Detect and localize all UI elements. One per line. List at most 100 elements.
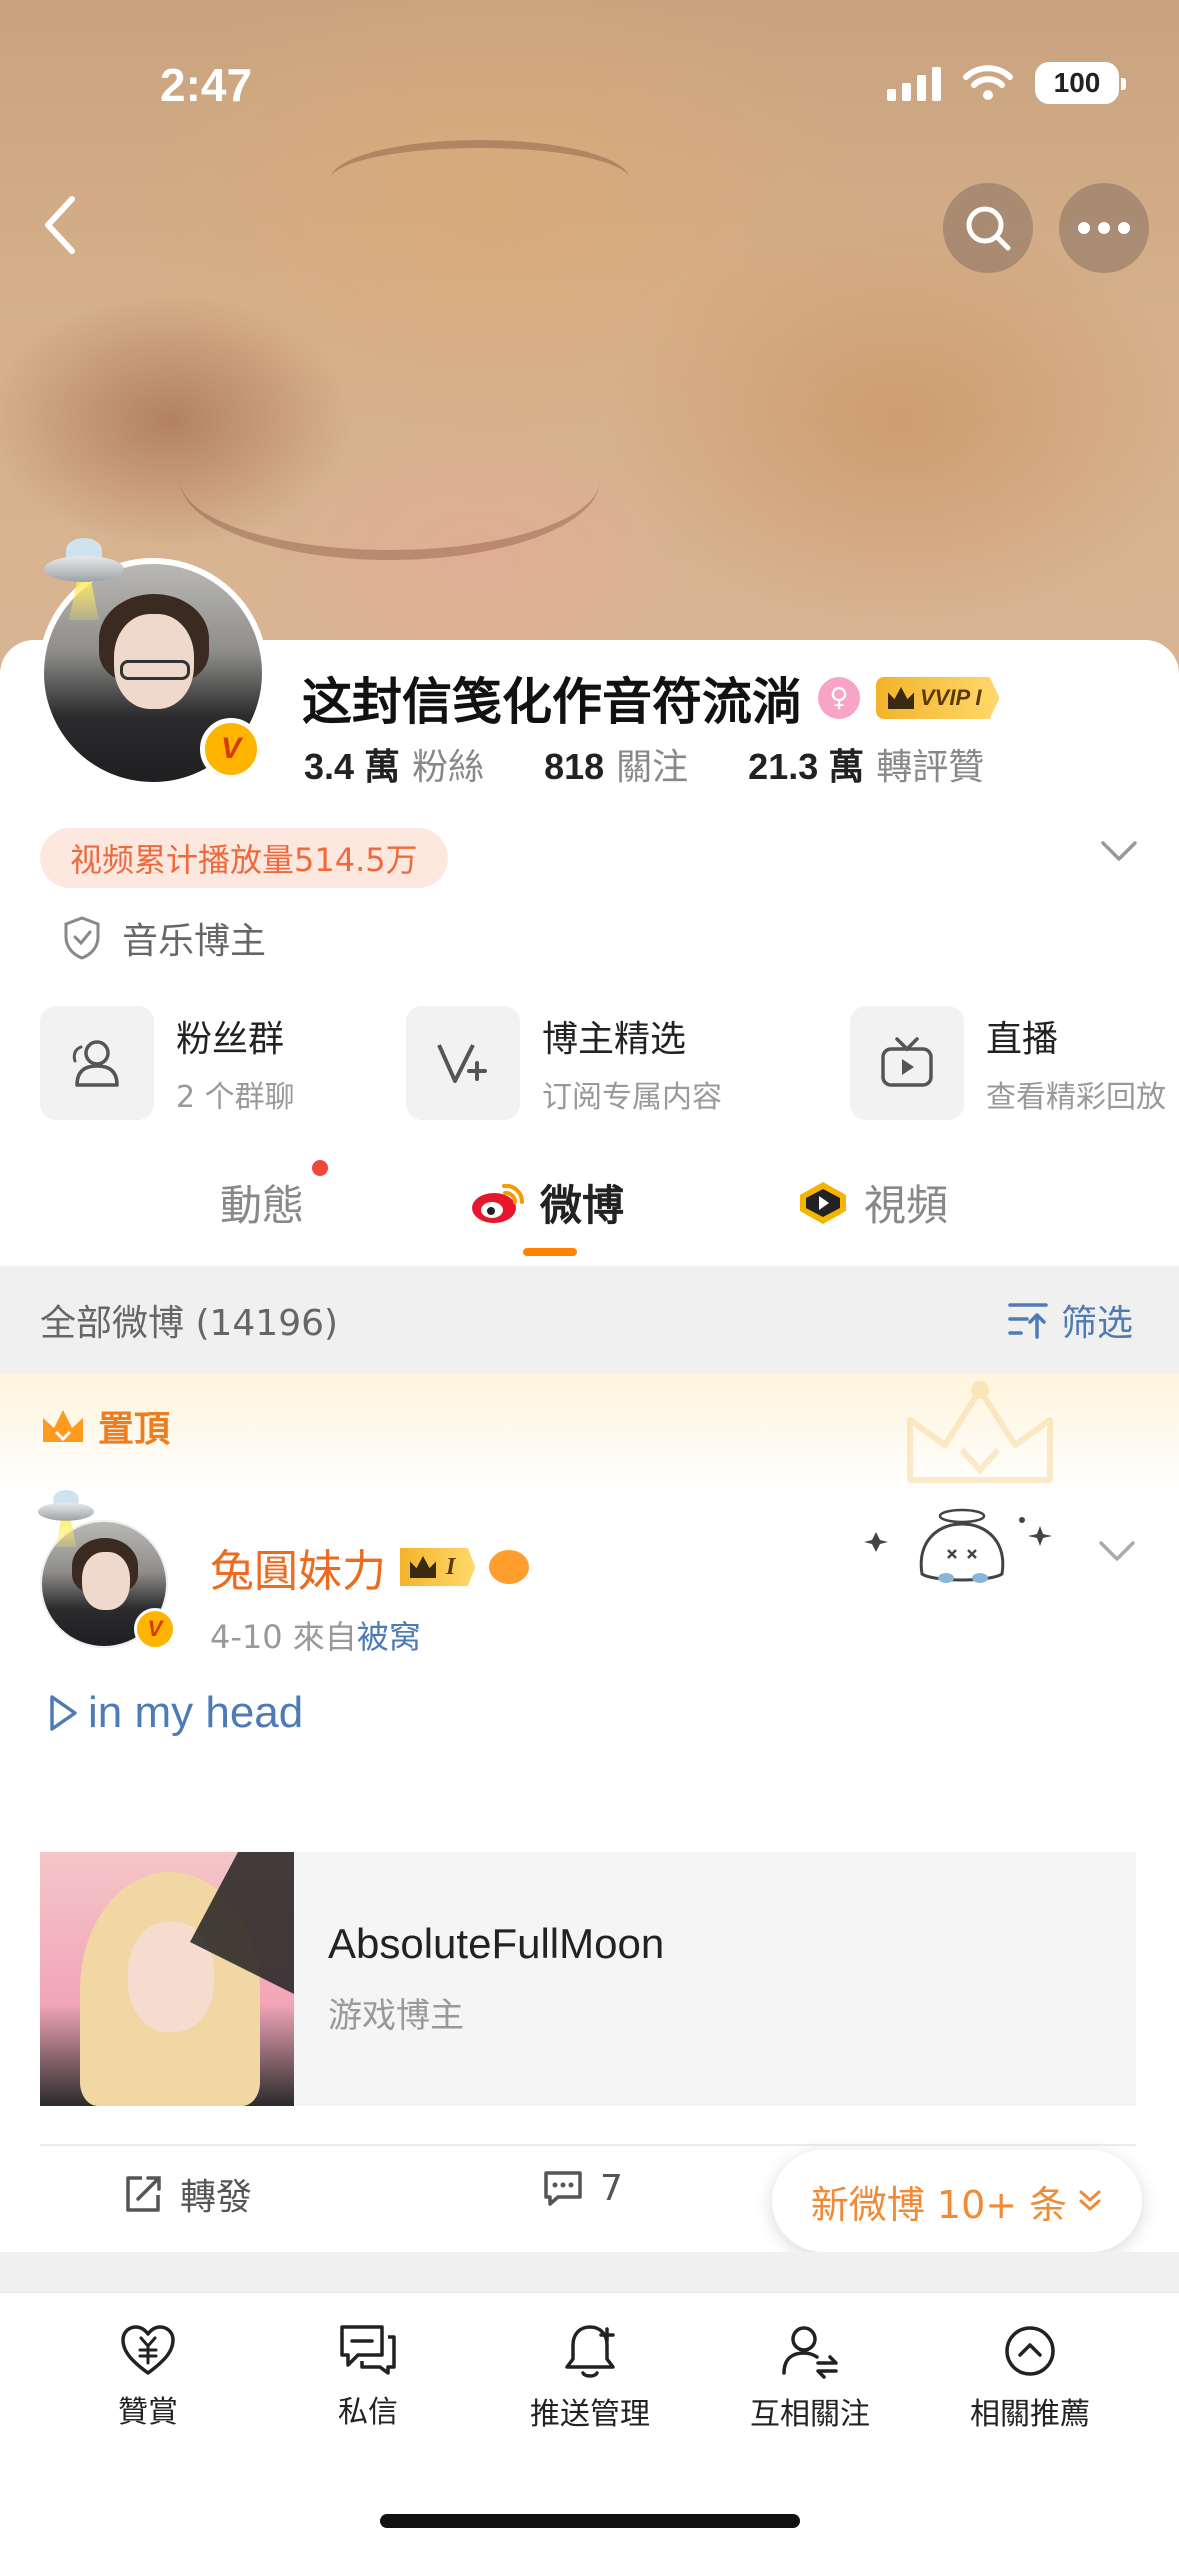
- post-author-row: 兔圓妹力 I: [210, 1535, 530, 1599]
- chevron-down-icon: [1101, 841, 1137, 861]
- crown-icon: [410, 1556, 436, 1578]
- live-entry[interactable]: 直播 查看精彩回放: [850, 1006, 1166, 1120]
- music-card-subtitle: 游戏博主: [328, 1996, 464, 2036]
- crown-icon: [888, 687, 914, 709]
- function-subtitle: 2 个群聊: [176, 1080, 295, 1115]
- ghost-sticker-icon: [864, 1508, 1052, 1583]
- bottom-bar-label: 相關推薦: [970, 2397, 1090, 2432]
- up-circle-icon: [1005, 2326, 1055, 2376]
- bottom-bar-label: 私信: [338, 2395, 398, 2430]
- profile-name: 这封信笺化作音符流淌: [302, 673, 802, 731]
- bell-icon: [565, 2325, 615, 2378]
- wifi-icon: [963, 65, 1013, 101]
- related-recommendations-button[interactable]: 相關推薦: [930, 2323, 1130, 2433]
- function-title: 博主精选: [542, 1019, 687, 1060]
- profile-name-row: 这封信笺化作音符流淌 ♀ VVIP I: [302, 662, 1000, 734]
- search-icon: [966, 206, 1011, 251]
- reward-button[interactable]: 贊賞: [48, 2323, 248, 2431]
- fish-badge-icon: [489, 1550, 530, 1584]
- group-icon: [40, 1006, 154, 1120]
- tab-video[interactable]: 視頻: [796, 1172, 948, 1233]
- music-cover-image: [40, 1852, 294, 2106]
- crown-icon: [43, 1410, 83, 1442]
- ufo-pendant-icon: [44, 538, 124, 628]
- chevron-left-icon: [45, 196, 75, 254]
- home-indicator: [380, 2514, 800, 2528]
- music-card-info: AbsoluteFullMoon 游戏博主: [294, 1852, 664, 2106]
- repost-label: 轉發: [180, 2177, 253, 2218]
- repost-icon: [126, 2176, 161, 2212]
- push-settings-button[interactable]: 推送管理: [490, 2323, 690, 2433]
- post-author-avatar[interactable]: V: [38, 1490, 176, 1650]
- comment-icon: [544, 2170, 582, 2206]
- more-button[interactable]: [1059, 183, 1149, 273]
- following-count[interactable]: 818: [544, 746, 604, 788]
- chevron-down-icon: [1099, 1541, 1135, 1561]
- post-count: 全部微博 (14196): [40, 1303, 339, 1344]
- mutual-follow-button[interactable]: 互相關注: [710, 2323, 910, 2433]
- function-subtitle: 订阅专属内容: [542, 1080, 722, 1115]
- video-logo-icon: [800, 1181, 846, 1224]
- post-text-content: in my head: [88, 1688, 304, 1737]
- section-gap: [0, 2252, 1179, 2292]
- followers-label[interactable]: 粉絲: [412, 738, 484, 790]
- double-chevron-down-icon: [1079, 2190, 1101, 2211]
- new-posts-label: 新微博 10+ 条: [810, 2182, 1068, 2227]
- post-author-name[interactable]: 兔圓妹力: [210, 1535, 386, 1599]
- new-posts-button[interactable]: 新微博 10+ 条: [772, 2150, 1142, 2252]
- function-title: 直播: [986, 1019, 1059, 1060]
- function-subtitle: 查看精彩回放: [986, 1080, 1166, 1115]
- curated-content-entry[interactable]: 博主精选 订阅专属内容: [406, 1006, 722, 1120]
- tab-label: 動態: [220, 1181, 305, 1230]
- profile-avatar[interactable]: V: [38, 538, 268, 788]
- tab-label: 微博: [540, 1181, 625, 1230]
- verified-v-icon: V: [200, 718, 262, 780]
- female-icon: ♀: [818, 677, 860, 719]
- more-dots-icon: [1078, 222, 1130, 234]
- post-meta: 4-10 來自被窝: [210, 1612, 421, 1658]
- bottom-bar-label: 互相關注: [750, 2397, 870, 2432]
- tv-icon: [850, 1006, 964, 1120]
- back-button[interactable]: [30, 195, 90, 255]
- weibo-logo-icon: [472, 1183, 525, 1223]
- expand-profile-button[interactable]: [1100, 840, 1138, 866]
- v-plus-icon: [406, 1006, 520, 1120]
- crown-watermark-icon: [907, 1381, 1053, 1483]
- battery-indicator: 100: [1035, 62, 1126, 104]
- mutual-follow-icon: [782, 2326, 838, 2379]
- search-button[interactable]: [943, 183, 1033, 273]
- post-text[interactable]: in my head: [48, 1688, 303, 1738]
- pinned-label: 置頂: [40, 1400, 170, 1452]
- function-row: 粉丝群 2 个群聊 博主精选 订阅专属内容 直播 查看精彩回放: [40, 1006, 1179, 1126]
- role-row: 音乐博主: [62, 912, 266, 964]
- tab-activity[interactable]: 動態: [220, 1172, 304, 1233]
- filter-label: 筛选: [1060, 1303, 1133, 1344]
- music-card-title: AbsoluteFullMoon: [328, 1920, 665, 1967]
- fan-group-entry[interactable]: 粉丝群 2 个群聊: [40, 1006, 295, 1120]
- function-title: 粉丝群: [176, 1019, 285, 1060]
- followers-count[interactable]: 3.4 萬: [304, 738, 400, 790]
- profile-tabs: 動態 微博 視頻: [0, 1150, 1179, 1266]
- vvip-label: VVIP I: [920, 685, 982, 710]
- bottom-bar-label: 贊賞: [118, 2395, 178, 2430]
- vvip-badge[interactable]: VVIP I: [876, 677, 1000, 719]
- comment-button[interactable]: 7: [542, 2168, 623, 2209]
- following-label[interactable]: 關注: [616, 738, 688, 790]
- status-time: 2:47: [160, 59, 253, 111]
- reward-heart-icon: [121, 2325, 175, 2375]
- post-menu-button[interactable]: [1098, 1540, 1136, 1566]
- music-card[interactable]: AbsoluteFullMoon 游戏博主: [40, 1852, 1136, 2106]
- filter-button[interactable]: 筛选: [1007, 1294, 1133, 1346]
- post-source-link[interactable]: 被窝: [357, 1618, 421, 1656]
- filter-icon: [1008, 1303, 1048, 1339]
- ufo-pendant-icon: [38, 1490, 94, 1548]
- interactions-label: 轉評贊: [876, 747, 985, 788]
- cover-detail: [330, 140, 630, 220]
- tab-weibo[interactable]: 微博: [470, 1172, 624, 1233]
- unread-dot: [312, 1160, 328, 1176]
- status-icons: 100: [887, 62, 1126, 104]
- member-level-badge[interactable]: I: [400, 1548, 476, 1586]
- repost-button[interactable]: 轉發: [122, 2168, 252, 2220]
- message-button[interactable]: 私信: [268, 2323, 468, 2431]
- role-label: 音乐博主: [122, 921, 267, 962]
